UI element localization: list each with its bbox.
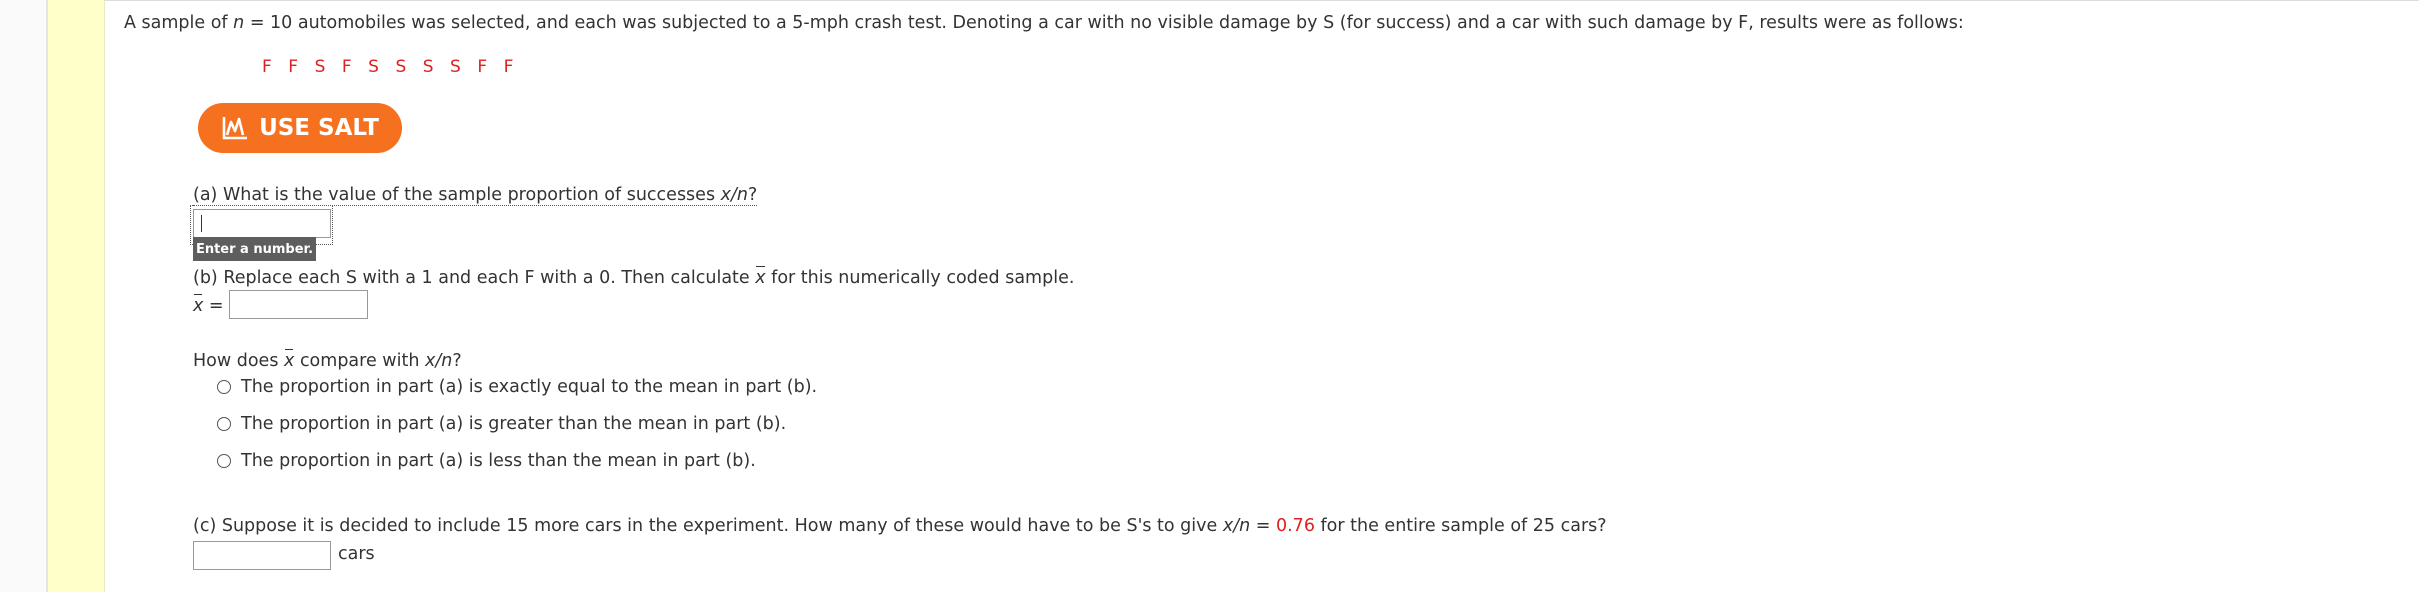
compare-text: How does: [193, 351, 285, 371]
part-c-text: (c) Suppose it is decided to include 15 …: [193, 516, 1223, 536]
use-salt-button[interactable]: USE SALT: [198, 103, 402, 153]
part-a-end: ?: [747, 185, 758, 205]
radio-label: The proportion in part (a) is exactly eq…: [241, 377, 818, 397]
results-sequence: FFSFSSSSFF: [262, 57, 530, 77]
compare-end: ?: [452, 351, 462, 371]
radio-option-less[interactable]: The proportion in part (a) is less than …: [217, 451, 756, 471]
problem-intro: A sample of n = 10 automobiles was selec…: [124, 13, 1964, 33]
text-caret: [201, 215, 202, 232]
xbar-equals-label: x =: [193, 294, 224, 316]
compare-expr: x/n: [424, 351, 453, 371]
radio-option-greater[interactable]: The proportion in part (a) is greater th…: [217, 414, 786, 434]
radio-button[interactable]: [217, 454, 231, 468]
part-a-question: (a) What is the value of the sample prop…: [193, 185, 758, 206]
part-b-answer-input[interactable]: [229, 290, 368, 319]
xbar-symbol: x: [755, 266, 766, 288]
part-c-eq: =: [1250, 516, 1276, 536]
radio-label: The proportion in part (a) is less than …: [241, 451, 756, 471]
part-c-answer-input[interactable]: [193, 541, 331, 570]
result-item: S: [314, 57, 326, 77]
compare-text-2: compare with: [294, 351, 425, 371]
intro-text: A sample of: [124, 13, 234, 33]
chart-line-icon: [222, 117, 248, 140]
use-salt-label: USE SALT: [259, 115, 379, 141]
result-item: S: [395, 57, 407, 77]
radio-option-equal[interactable]: The proportion in part (a) is exactly eq…: [217, 377, 817, 397]
radio-label: The proportion in part (a) is greater th…: [241, 414, 787, 434]
result-item: F: [503, 57, 514, 77]
part-c-text-2: for the entire sample of 25 cars?: [1314, 516, 1607, 536]
part-a-text: (a) What is the value of the sample prop…: [193, 185, 721, 205]
intro-n-var: n: [233, 13, 245, 33]
xbar-symbol: x: [284, 349, 295, 371]
cars-unit-label: cars: [338, 544, 375, 564]
target-proportion-value: 0.76: [1275, 516, 1315, 536]
result-item: F: [288, 57, 299, 77]
part-b-text-2: for this numerically coded sample.: [765, 268, 1075, 288]
part-c-question: (c) Suppose it is decided to include 15 …: [193, 516, 1607, 536]
part-a-expr: x/n: [720, 185, 748, 205]
result-item: S: [368, 57, 379, 77]
radio-button[interactable]: [217, 417, 231, 431]
xbar-symbol: x: [193, 294, 204, 316]
result-item: F: [262, 57, 272, 77]
result-item: S: [422, 57, 434, 77]
question-content: A sample of n = 10 automobiles was selec…: [0, 0, 2419, 592]
part-a-answer-input[interactable]: [193, 209, 331, 238]
compare-question: How does x compare with x/n?: [193, 349, 462, 371]
part-c-expr: x/n: [1222, 516, 1251, 536]
equals-sign: =: [203, 296, 224, 316]
part-b-question: (b) Replace each S with a 1 and each F w…: [193, 266, 1075, 288]
result-item: F: [477, 57, 488, 77]
result-item: S: [450, 57, 461, 77]
part-b-text: (b) Replace each S with a 1 and each F w…: [193, 268, 756, 288]
radio-button[interactable]: [217, 380, 231, 394]
intro-text-2: = 10 automobiles was selected, and each …: [244, 13, 1964, 33]
result-item: F: [341, 57, 352, 77]
input-hint-tooltip: Enter a number.: [193, 237, 316, 261]
